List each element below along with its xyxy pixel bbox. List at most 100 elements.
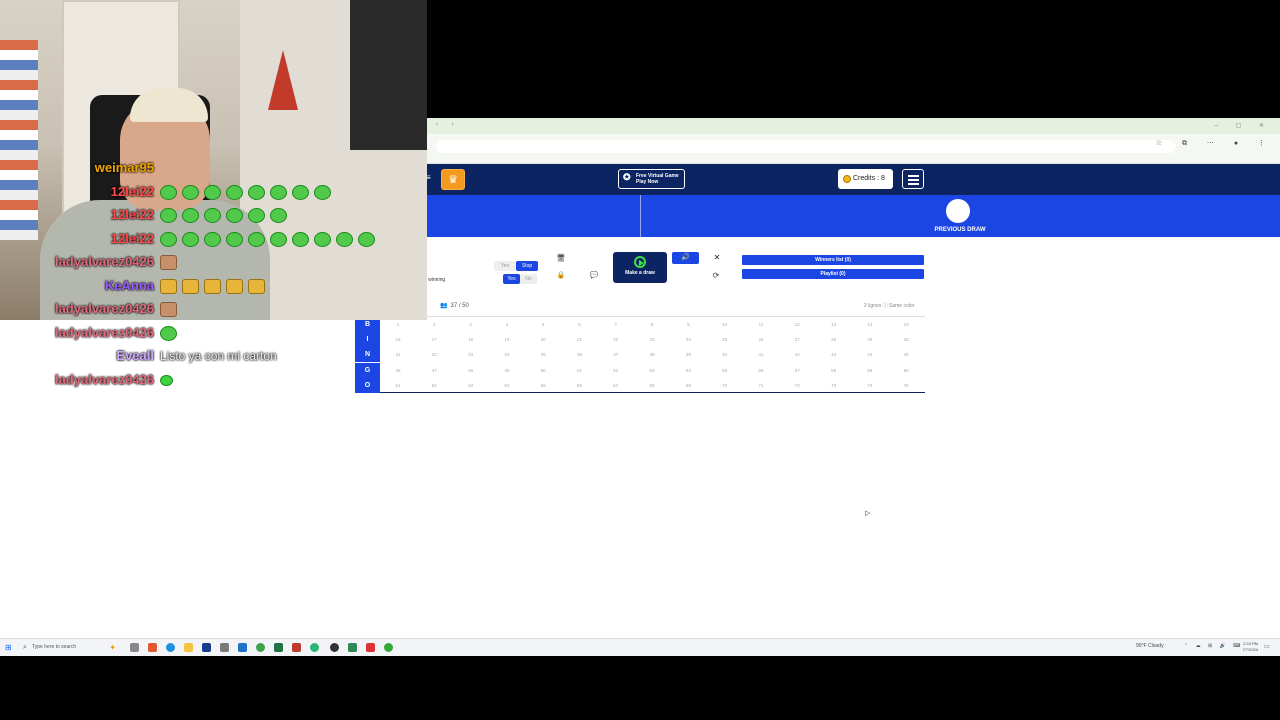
chat-username[interactable]: KeAnna (0, 278, 154, 293)
bingo-number[interactable]: 19 (489, 332, 525, 347)
edge-icon[interactable] (166, 643, 175, 652)
app-icon-4[interactable] (310, 643, 319, 652)
bingo-number[interactable]: 33 (453, 347, 489, 362)
system-tray[interactable]: ⌃ ☁ ⊞ 🔊 ⌨ (1184, 643, 1243, 649)
weather-widget[interactable]: 90°F Cloudy (1136, 643, 1164, 649)
browser-toolbar-icons[interactable]: ☆ ⧉ ⋯ ● ⋮ (1156, 139, 1274, 148)
bingo-number[interactable]: 9 (670, 317, 706, 332)
chat-icon[interactable]: 💬 (584, 270, 604, 282)
notification-icon[interactable]: ▭ (1264, 643, 1270, 650)
chat-username[interactable]: 12lei22 (0, 207, 154, 222)
chat-username[interactable]: 12lei22 (0, 231, 154, 246)
chat-username[interactable]: weimar95 (0, 160, 154, 175)
bingo-number[interactable]: 44 (852, 347, 888, 362)
bingo-number[interactable]: 22 (598, 332, 634, 347)
toggle-yes-2[interactable]: Yes (503, 274, 520, 284)
bingo-number[interactable]: 31 (380, 347, 416, 362)
bingo-number[interactable]: 55 (707, 363, 743, 378)
bingo-number[interactable]: 75 (888, 378, 924, 393)
bingo-number[interactable]: 51 (562, 363, 598, 378)
bingo-number[interactable]: 14 (852, 317, 888, 332)
obs-icon[interactable] (330, 643, 339, 652)
clock[interactable]: 2:24 PM 7/7/2024 (1240, 641, 1258, 653)
chrome-icon[interactable] (256, 643, 265, 652)
toggle-stop[interactable]: Stop (516, 261, 538, 271)
bingo-number[interactable]: 26 (743, 332, 779, 347)
bingo-number[interactable]: 3 (453, 317, 489, 332)
bingo-number[interactable]: 11 (743, 317, 779, 332)
app-icon-2[interactable] (220, 643, 229, 652)
url-input[interactable] (436, 140, 1176, 153)
bingo-number[interactable]: 54 (670, 363, 706, 378)
bingo-number[interactable]: 15 (888, 317, 924, 332)
bingo-number[interactable]: 36 (562, 347, 598, 362)
bingo-number[interactable]: 6 (562, 317, 598, 332)
bingo-number[interactable]: 71 (743, 378, 779, 393)
app-icon-6[interactable] (366, 643, 375, 652)
bingo-number[interactable]: 66 (562, 378, 598, 393)
bingo-number[interactable]: 7 (598, 317, 634, 332)
bingo-number[interactable]: 46 (380, 363, 416, 378)
bingo-number[interactable]: 27 (779, 332, 815, 347)
bingo-number[interactable]: 24 (670, 332, 706, 347)
bingo-number[interactable]: 12 (779, 317, 815, 332)
app-icon-7[interactable] (384, 643, 393, 652)
bingo-number[interactable]: 74 (852, 378, 888, 393)
bingo-number[interactable]: 62 (416, 378, 452, 393)
bingo-number[interactable]: 29 (852, 332, 888, 347)
file-explorer-icon[interactable] (184, 643, 193, 652)
bingo-number[interactable]: 8 (634, 317, 670, 332)
bingo-number[interactable]: 17 (416, 332, 452, 347)
toggle-yes-1[interactable]: Yes (494, 261, 516, 271)
bingo-number[interactable]: 61 (380, 378, 416, 393)
bingo-number[interactable]: 64 (489, 378, 525, 393)
bingo-number[interactable]: 59 (852, 363, 888, 378)
hamburger-menu-button[interactable] (902, 169, 924, 189)
chat-username[interactable]: ladyalvarez0426 (0, 254, 154, 269)
app-icon[interactable] (148, 643, 157, 652)
bingo-number[interactable]: 18 (453, 332, 489, 347)
sound-icon[interactable]: 🔊 (672, 252, 699, 264)
chat-username[interactable]: ladyalvarez0426 (0, 372, 154, 387)
bingo-number[interactable]: 41 (743, 347, 779, 362)
bingo-number[interactable]: 35 (525, 347, 561, 362)
bingo-number[interactable]: 25 (707, 332, 743, 347)
app-icon-5[interactable] (348, 643, 357, 652)
bingo-number[interactable]: 13 (816, 317, 852, 332)
bingo-number[interactable]: 43 (816, 347, 852, 362)
bingo-number[interactable]: 45 (888, 347, 924, 362)
chat-username[interactable]: ladyalvarez0426 (0, 301, 154, 316)
bingo-number[interactable]: 73 (816, 378, 852, 393)
bingo-number[interactable]: 28 (816, 332, 852, 347)
task-view-icon[interactable] (130, 643, 139, 652)
monitor-icon[interactable]: 🖥 (551, 253, 571, 265)
bingo-number[interactable]: 5 (525, 317, 561, 332)
bingo-number[interactable]: 67 (598, 378, 634, 393)
bingo-number[interactable]: 60 (888, 363, 924, 378)
credits-badge[interactable]: Credits : 8 (838, 169, 893, 189)
bingo-number[interactable]: 38 (634, 347, 670, 362)
bingo-number[interactable]: 63 (453, 378, 489, 393)
bingo-number[interactable]: 10 (707, 317, 743, 332)
bingo-number[interactable]: 47 (416, 363, 452, 378)
bingo-number[interactable]: 32 (416, 347, 452, 362)
bingo-number[interactable]: 30 (888, 332, 924, 347)
bingo-number[interactable]: 70 (707, 378, 743, 393)
make-a-draw-button[interactable]: Make a draw (613, 252, 667, 283)
bingo-number[interactable]: 49 (489, 363, 525, 378)
chat-username[interactable]: ladyalvarez0426 (0, 325, 154, 340)
close-icon[interactable]: ✕ (710, 252, 724, 264)
toggle-no[interactable]: No (520, 274, 537, 284)
bingo-number[interactable]: 34 (489, 347, 525, 362)
bingo-number[interactable]: 37 (598, 347, 634, 362)
playlist-button[interactable]: Playlist (0) (742, 269, 924, 279)
bingo-number[interactable]: 50 (525, 363, 561, 378)
mail-icon[interactable] (238, 643, 247, 652)
bingo-number[interactable]: 16 (380, 332, 416, 347)
bingo-number[interactable]: 53 (634, 363, 670, 378)
tab-nav-arrows[interactable]: ‹ › (436, 122, 460, 128)
taskbar-search[interactable]: ⌕ Type here to search ✦ (20, 641, 120, 654)
bingo-number[interactable]: 68 (634, 378, 670, 393)
bingo-number[interactable]: 52 (598, 363, 634, 378)
winners-list-button[interactable]: Winners list (0) (742, 255, 924, 265)
